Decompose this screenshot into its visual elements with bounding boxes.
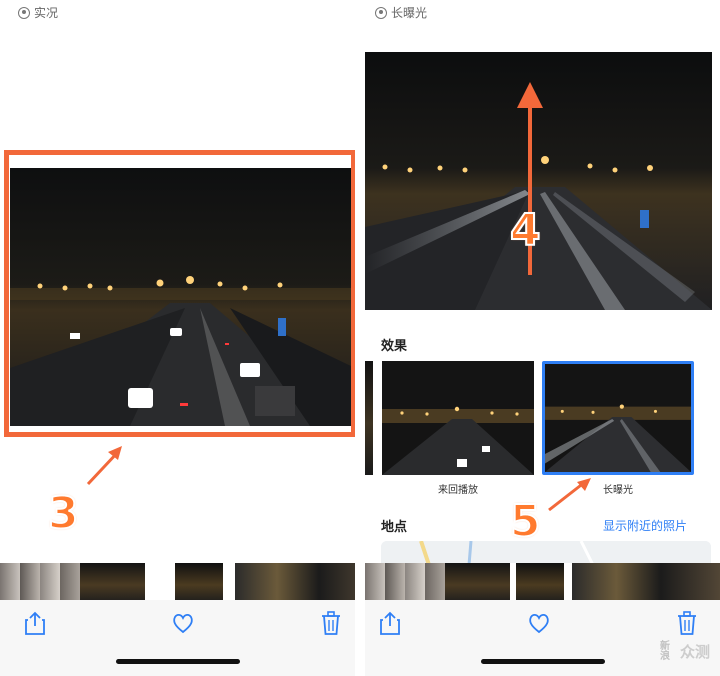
highlight-frame — [4, 150, 355, 437]
watermark-logo: 新 浪 — [659, 640, 670, 662]
effect-thumbnail-bounce[interactable] — [382, 361, 534, 475]
live-mode-indicator[interactable]: 实况 — [18, 4, 58, 21]
live-photo-icon — [18, 6, 30, 19]
thumbnail[interactable] — [425, 563, 445, 603]
effect-preview-bounce — [382, 361, 534, 475]
live-photo-panel: 实况 3 — [0, 0, 355, 676]
thumbnail[interactable] — [405, 563, 425, 603]
thumbnail[interactable] — [80, 563, 145, 603]
effect-preview-long-exposure — [545, 364, 691, 472]
heart-icon[interactable] — [526, 610, 552, 636]
bottom-toolbar — [365, 600, 720, 676]
effects-section-title: 效果 — [381, 339, 408, 354]
watermark: 新 浪 众测 — [654, 641, 710, 662]
location-section-title: 地点 — [381, 520, 408, 535]
share-icon[interactable] — [377, 610, 403, 636]
live-mode-label: 实况 — [34, 6, 59, 20]
callout-number-5: 5 — [509, 495, 542, 548]
trash-icon[interactable] — [674, 610, 700, 636]
thumbnail-strip[interactable] — [0, 563, 355, 603]
thumbnail[interactable] — [572, 563, 720, 603]
effect-thumbnail-long-exposure[interactable] — [542, 361, 694, 475]
callout-number-3: 3 — [47, 487, 80, 540]
watermark-text: 众测 — [679, 643, 710, 661]
heart-icon[interactable] — [170, 610, 196, 636]
thumbnail[interactable] — [0, 563, 20, 603]
thumbnail-strip[interactable] — [365, 563, 720, 603]
thumbnail[interactable] — [235, 563, 355, 603]
thumbnail[interactable] — [60, 563, 80, 603]
long-exposure-mode-label: 长曝光 — [391, 6, 428, 20]
callout-arrow-5 — [548, 478, 591, 512]
home-indicator[interactable] — [480, 659, 605, 664]
thumbnail[interactable] — [40, 563, 60, 603]
long-exposure-panel: 长曝光 4 效果 来回播放 长曝光 5 地点 显示附近的照片 — [365, 0, 720, 676]
live-photo-icon — [375, 6, 387, 19]
show-nearby-photos-link[interactable]: 显示附近的照片 — [603, 517, 687, 534]
effect-label-bounce: 来回播放 — [438, 485, 478, 496]
thumbnail[interactable] — [365, 563, 385, 603]
trash-icon[interactable] — [318, 610, 344, 636]
long-exposure-mode-indicator[interactable]: 长曝光 — [375, 4, 427, 21]
thumbnail[interactable] — [175, 563, 223, 603]
callout-number-4: 4 — [509, 204, 542, 257]
home-indicator[interactable] — [115, 659, 240, 664]
share-icon[interactable] — [22, 610, 48, 636]
callout-arrow-3 — [86, 446, 122, 486]
thumbnail[interactable] — [516, 563, 564, 603]
thumbnail[interactable] — [385, 563, 405, 603]
thumbnail[interactable] — [445, 563, 510, 603]
thumbnail[interactable] — [20, 563, 40, 603]
effect-thumbnail-partial[interactable] — [365, 361, 373, 475]
bottom-toolbar — [0, 600, 355, 676]
